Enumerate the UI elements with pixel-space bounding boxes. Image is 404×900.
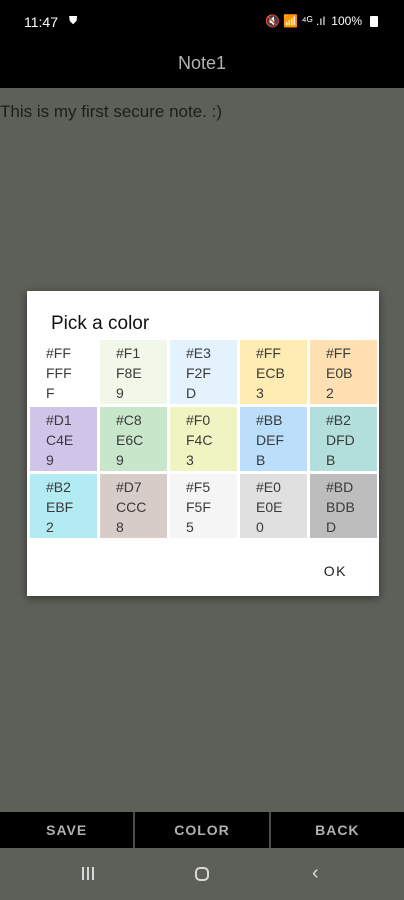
swatch-grid: #FFFFFF #F1F8E9 #E3F2FD #FFECB3 #FFE0B2 #D1C4… xyxy=(30,340,377,538)
color-swatch-label: #BDBDBD xyxy=(326,479,355,535)
color-picker-dialog: Pick a color #FFFFFF #F1F8E9 #E3F2FD #FFECB… xyxy=(27,291,379,596)
color-swatch[interactable]: #B2EBF2 xyxy=(30,474,97,538)
color-swatch-label: #F1F8E9 xyxy=(116,345,142,401)
color-swatch[interactable]: #E3F2FD xyxy=(170,340,237,404)
color-swatch-label: #FFFFFF xyxy=(46,345,72,401)
back-button[interactable]: BACK xyxy=(270,812,404,848)
color-swatch[interactable]: #F0F4C3 xyxy=(170,407,237,471)
dialog-title: Pick a color xyxy=(51,313,150,334)
page-title: Note1 xyxy=(177,53,227,73)
color-swatch-label: #C8E6C9 xyxy=(116,412,144,468)
color-swatch[interactable]: #FFECB3 xyxy=(240,340,307,404)
color-button[interactable]: COLOR xyxy=(135,812,271,848)
color-swatch[interactable]: #BDBDBD xyxy=(310,474,377,538)
color-swatch-label: #B2DFDB xyxy=(326,412,355,468)
battery-percent: 100% xyxy=(331,14,362,28)
battery-icon xyxy=(370,15,378,27)
app-bar: Note1 xyxy=(0,40,404,88)
color-swatch-label: #F0F4C3 xyxy=(186,412,213,468)
color-swatch-label: #B2EBF2 xyxy=(46,479,74,535)
color-swatch-label: #D1C4E9 xyxy=(46,412,74,468)
color-swatch[interactable]: #FFFFFF xyxy=(30,340,97,404)
color-swatch[interactable]: #D1C4E9 xyxy=(30,407,97,471)
note-body-input[interactable]: This is my first secure note. :) xyxy=(0,102,222,122)
signal-indicators: 🔇 📶 ⁴ᴳ .ıl xyxy=(264,14,326,28)
color-swatch-label: #FFECB3 xyxy=(256,345,285,401)
color-swatch-label: #BBDEFB xyxy=(256,412,284,468)
home-icon[interactable] xyxy=(195,867,209,881)
color-swatch[interactable]: #E0E0E0 xyxy=(240,474,307,538)
bottom-button-bar: SAVE COLOR BACK xyxy=(0,812,404,848)
recent-apps-icon[interactable] xyxy=(82,867,94,880)
back-nav-icon[interactable]: ‹ xyxy=(312,862,319,885)
status-bar: 11:47 ⛊ 🔇 📶 ⁴ᴳ .ıl 100% xyxy=(0,0,404,40)
color-swatch-label: #E0E0E0 xyxy=(256,479,283,535)
color-swatch[interactable]: #BBDEFB xyxy=(240,407,307,471)
color-swatch-label: #E3F2FD xyxy=(186,345,211,401)
save-button[interactable]: SAVE xyxy=(0,812,136,848)
status-indicators: 🔇 📶 ⁴ᴳ .ıl 100% xyxy=(265,14,378,28)
color-swatch[interactable]: #F5F5F5 xyxy=(170,474,237,538)
ok-button[interactable]: OK xyxy=(324,563,347,579)
color-swatch[interactable]: #F1F8E9 xyxy=(100,340,167,404)
shield-icon: ⛊ xyxy=(69,15,78,27)
status-time: 11:47 xyxy=(24,14,58,30)
color-swatch-label: #F5F5F5 xyxy=(186,479,211,535)
color-swatch-label: #D7CCC8 xyxy=(116,479,147,535)
color-swatch[interactable]: #B2DFDB xyxy=(310,407,377,471)
color-swatch[interactable]: #C8E6C9 xyxy=(100,407,167,471)
color-swatch-label: #FFE0B2 xyxy=(326,345,353,401)
color-swatch[interactable]: #D7CCC8 xyxy=(100,474,167,538)
system-nav-bar: ‹ xyxy=(0,848,404,900)
color-swatch[interactable]: #FFE0B2 xyxy=(310,340,377,404)
